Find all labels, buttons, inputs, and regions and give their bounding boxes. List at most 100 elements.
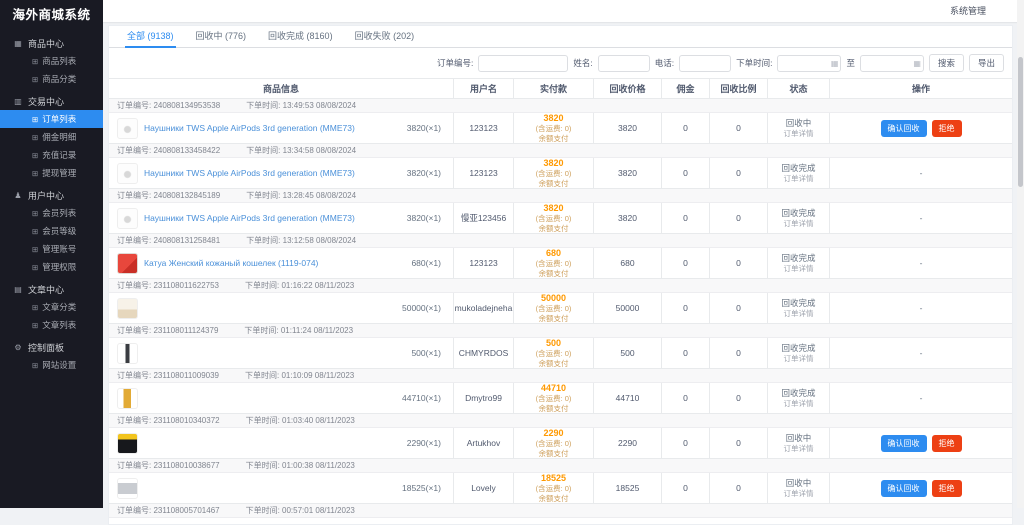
tab-0[interactable]: 全部 (9138)	[117, 25, 184, 48]
confirm-recycle-button[interactable]: 确认回收	[880, 434, 927, 452]
plus-box-icon: ⊞	[32, 74, 39, 84]
order-detail-link[interactable]: 订单详情	[784, 174, 814, 183]
recycle-price-cell: 3820	[594, 113, 662, 143]
freight-note: (含运费: 0)	[535, 124, 572, 134]
order-number: 订单编号: 231108011622753	[117, 281, 219, 290]
product-qty: 44710(×1)	[402, 392, 441, 403]
order-detail-link[interactable]: 订单详情	[784, 219, 814, 228]
paid-cell: 3820 (含运费: 0) 余额支付	[514, 113, 594, 143]
header-product: 商品信息	[109, 79, 454, 98]
tab-1[interactable]: 回收中 (776)	[186, 25, 257, 47]
product-cell: Наушники TWS Apple AirPods 3rd generatio…	[109, 158, 454, 188]
order-detail-link[interactable]: 订单详情	[784, 489, 814, 498]
sidebar-section-label: 交易中心	[28, 96, 65, 107]
sidebar-section[interactable]: ⚙ 控制面板	[0, 338, 103, 356]
product-cell: Катуа Женский кожаный кошелек (1119-074)…	[109, 248, 454, 278]
tab-2[interactable]: 回收完成 (8160)	[258, 25, 343, 47]
order-detail-link[interactable]: 订单详情	[784, 444, 814, 453]
sidebar-item[interactable]: ⊞ 会员等级	[0, 222, 103, 240]
commission-cell: 0	[662, 428, 710, 458]
username-cell: Lovely	[454, 473, 514, 503]
paid-amount: 3820	[543, 158, 564, 168]
order-number: 订单编号: 231108011124379	[117, 326, 219, 335]
header-recycle-price: 回收价格	[594, 79, 662, 98]
export-button[interactable]: 导出	[968, 54, 1004, 72]
search-button[interactable]: 搜索	[928, 54, 964, 72]
order-header-line: 订单编号: 231108010340372 下单时间: 01:03:40 08/1…	[109, 414, 1012, 428]
order-detail-link[interactable]: 订单详情	[784, 354, 814, 363]
sidebar-item[interactable]: ⊞ 网站设置	[0, 356, 103, 374]
order-header-line: 订单编号: 231108010038677 下单时间: 01:00:38 08/1…	[109, 459, 1012, 473]
order-detail-link[interactable]: 订单详情	[784, 129, 814, 138]
phone-input[interactable]	[679, 54, 732, 72]
system-admin-menu[interactable]: 系统管理	[950, 0, 986, 22]
reject-button[interactable]: 拒绝	[931, 479, 962, 497]
username-cell: Dmytro99	[454, 383, 514, 413]
reject-button[interactable]: 拒绝	[931, 434, 962, 452]
chart-icon: ▥	[14, 96, 22, 106]
status-text: 回收完成	[781, 343, 816, 353]
sidebar-item[interactable]: ⊞ 管理账号	[0, 240, 103, 258]
tab-3[interactable]: 回收失败 (202)	[345, 25, 425, 47]
doc-icon: ▤	[14, 284, 22, 294]
sidebar-item[interactable]: ⊞ 文章列表	[0, 316, 103, 334]
pay-method: 余额支付	[538, 493, 569, 503]
recycle-ratio-cell: 0	[710, 248, 768, 278]
order-detail-link[interactable]: 订单详情	[784, 309, 814, 318]
order-time: 下单时间: 13:28:45 08/08/2024	[246, 191, 357, 200]
order-no-input[interactable]	[478, 54, 569, 72]
pay-method: 余额支付	[538, 268, 569, 278]
date-to-input[interactable]	[859, 54, 924, 72]
order-header-line: 订单编号: 240808132845189 下单时间: 13:28:45 08/0…	[109, 189, 1012, 203]
order-header-line: 订单编号: 231108005701467 下单时间: 00:57:01 08/1…	[109, 504, 1012, 518]
sidebar-item-label: 充值记录	[42, 150, 77, 160]
confirm-recycle-button[interactable]: 确认回收	[880, 119, 927, 137]
order-detail-link[interactable]: 订单详情	[784, 399, 814, 408]
table-row: 订单编号: 231108010340372 下单时间: 01:03:40 08/1…	[109, 414, 1012, 459]
table-row: 订单编号: 231108011009039 下单时间: 01:10:09 08/1…	[109, 369, 1012, 414]
sidebar-item[interactable]: ⊞ 会员列表	[0, 204, 103, 222]
sidebar-item[interactable]: ⊞ 文章分类	[0, 298, 103, 316]
reject-button[interactable]: 拒绝	[931, 119, 962, 137]
sidebar-item-label: 会员列表	[42, 208, 77, 218]
sidebar: 海外商城系统 ▦ 商品中心 ⊞ 商品列表 ⊞ 商品分类 ▥ 交易中心 ⊞ 订单列表 ⊞ 佣金明细 ⊞ 充值…	[0, 0, 103, 508]
product-title-link[interactable]: Катуа Женский кожаный кошелек (1119-074)	[144, 258, 405, 269]
sidebar-item[interactable]: ⊞ 管理权限	[0, 258, 103, 276]
name-input[interactable]	[597, 54, 650, 72]
date-from-input[interactable]	[777, 54, 842, 72]
sidebar-section[interactable]: ▤ 文章中心	[0, 280, 103, 298]
sidebar-item[interactable]: ⊞ 订单列表	[0, 110, 103, 128]
order-time: 下单时间: 00:57:01 08/11/2023	[245, 506, 355, 515]
sidebar-item[interactable]: ⊞ 商品分类	[0, 70, 103, 88]
order-header-line: 订单编号: 240808131258481 下单时间: 13:12:58 08/0…	[109, 234, 1012, 248]
product-qty: 18525(×1)	[402, 482, 441, 493]
product-title-link[interactable]: Наушники TWS Apple AirPods 3rd generatio…	[144, 123, 401, 134]
sidebar-section[interactable]: ▥ 交易中心	[0, 92, 103, 110]
plus-box-icon: ⊞	[32, 302, 39, 312]
sidebar-section[interactable]: ♟ 用户中心	[0, 186, 103, 204]
plus-box-icon: ⊞	[32, 262, 39, 272]
order-detail-link[interactable]: 订单详情	[784, 264, 814, 273]
operation-cell: 确认回收 拒绝	[830, 428, 1012, 458]
recycle-price-cell: 18525	[594, 473, 662, 503]
plus-box-icon: ⊞	[32, 244, 39, 254]
scrollbar-thumb[interactable]	[1018, 57, 1023, 187]
product-thumbnail	[117, 207, 138, 229]
table-row: 订单编号: 240808133458422 下单时间: 13:34:58 08/0…	[109, 144, 1012, 189]
no-operation-dash: -	[919, 302, 923, 313]
sidebar-section[interactable]: ▦ 商品中心	[0, 34, 103, 52]
page-scrollbar	[1017, 0, 1024, 508]
recycle-ratio-cell: 0	[710, 203, 768, 233]
sidebar-item[interactable]: ⊞ 商品列表	[0, 52, 103, 70]
product-title-link[interactable]: Наушники TWS Apple AirPods 3rd generatio…	[144, 168, 401, 179]
status-text: 回收完成	[781, 253, 816, 263]
sidebar-item[interactable]: ⊞ 提现管理	[0, 164, 103, 182]
sidebar-item[interactable]: ⊞ 充值记录	[0, 146, 103, 164]
sidebar-item[interactable]: ⊞ 佣金明细	[0, 128, 103, 146]
product-title-link[interactable]: Наушники TWS Apple AirPods 3rd generatio…	[144, 213, 401, 224]
plus-box-icon: ⊞	[32, 208, 39, 218]
table-row: 订单编号: 240808132845189 下单时间: 13:28:45 08/0…	[109, 189, 1012, 234]
sidebar-item-label: 会员等级	[42, 226, 77, 236]
confirm-recycle-button[interactable]: 确认回收	[880, 479, 927, 497]
header-commission: 佣金	[662, 79, 710, 98]
